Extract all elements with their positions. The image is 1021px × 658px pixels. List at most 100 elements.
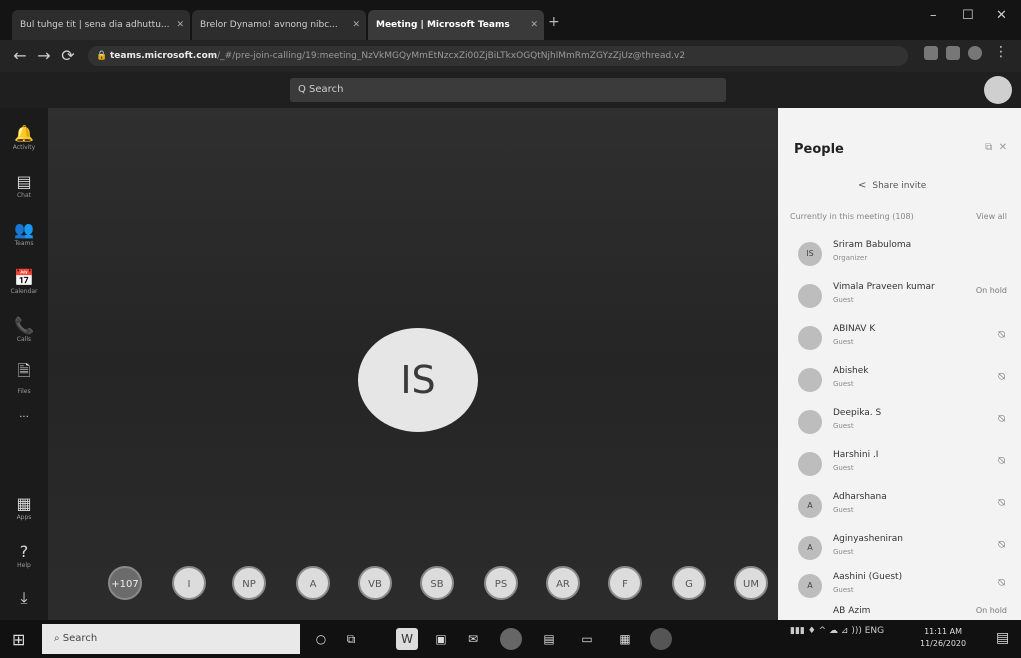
participant-overflow-avatar[interactable]: +107	[108, 566, 142, 600]
rail-item-download[interactable]: ⤓	[0, 588, 48, 608]
popout-icon[interactable]: ⧉	[985, 142, 992, 153]
member-role: Guest	[833, 338, 854, 346]
maximize-button[interactable]: ☐	[962, 8, 974, 23]
rail-item-more[interactable]: ···	[0, 412, 48, 423]
list-item[interactable]: Harshini .I Guest ⍉	[778, 446, 1021, 486]
rail-item-apps[interactable]: ▦ Apps	[0, 494, 48, 521]
folder-icon[interactable]: ▭	[576, 628, 598, 650]
reload-button[interactable]: ⟳	[58, 46, 78, 65]
member-name: Sriram Babuloma	[833, 240, 912, 250]
browser-tab-1[interactable]: Bul tuhge tit | sena dia adhuttu... ✕	[12, 10, 190, 40]
rail-label: Teams	[14, 240, 34, 247]
browser-icon[interactable]	[500, 628, 522, 650]
search-input[interactable]: Q Search	[290, 78, 726, 102]
clock[interactable]: 11:11 AM 11/26/2020	[920, 626, 966, 650]
avatar: A	[798, 536, 822, 560]
list-item[interactable]: Abishek Guest ⍉	[778, 362, 1021, 402]
participant-avatar[interactable]: AR	[546, 566, 580, 600]
tab-label: Bul tuhge tit | sena dia adhuttu...	[20, 20, 170, 30]
participant-avatar[interactable]: F	[608, 566, 642, 600]
phone-icon: 📞	[14, 316, 34, 335]
lock-icon: 🔒	[96, 51, 108, 61]
list-item[interactable]: IS Sriram Babuloma Organizer	[778, 236, 1021, 276]
rail-item-activity[interactable]: 🔔 Activity	[0, 124, 48, 151]
rail-label: Files	[17, 388, 31, 395]
chrome-icon[interactable]	[650, 628, 672, 650]
profile-icon[interactable]	[968, 46, 982, 60]
kebab-menu-icon[interactable]: ⋮	[994, 44, 1008, 60]
participant-avatar[interactable]: VB	[358, 566, 392, 600]
minimize-button[interactable]: –	[930, 8, 937, 23]
mic-muted-icon: ⍉	[998, 454, 1005, 467]
list-item[interactable]: Vimala Praveen kumar Guest On hold	[778, 278, 1021, 318]
rail-item-help[interactable]: ? Help	[0, 542, 48, 569]
panel-title: People	[794, 142, 844, 157]
list-item[interactable]: A Aginyasheniran Guest ⍉	[778, 530, 1021, 570]
list-item[interactable]: A Aashini (Guest) Guest ⍉	[778, 568, 1021, 608]
rail-item-calendar[interactable]: 📅 Calendar	[0, 268, 48, 295]
store-icon[interactable]: ▣	[430, 628, 452, 650]
notification-icon[interactable]: ▤	[996, 630, 1009, 646]
close-window-button[interactable]: ✕	[996, 8, 1007, 23]
avatar	[798, 368, 822, 392]
section-header: Currently in this meeting (108)	[790, 212, 914, 221]
avatar: IS	[798, 242, 822, 266]
browser-tab-teams[interactable]: Meeting | Microsoft Teams ✕	[368, 10, 544, 40]
rail-label: Apps	[16, 514, 32, 521]
chat-icon: ▤	[16, 172, 32, 191]
participant-avatar[interactable]: UM	[734, 566, 768, 600]
participant-avatar[interactable]: NP	[232, 566, 266, 600]
start-button[interactable]: ⊞	[12, 630, 25, 649]
app-icon[interactable]: ▦	[614, 628, 636, 650]
download-icon: ⤓	[20, 588, 28, 607]
participant-avatar[interactable]: G	[672, 566, 706, 600]
avatar	[798, 452, 822, 476]
task-view-icon[interactable]: ⧉	[340, 628, 362, 650]
member-name: Harshini .I	[833, 450, 879, 460]
participant-avatar[interactable]: SB	[420, 566, 454, 600]
word-icon[interactable]: W	[396, 628, 418, 650]
rail-item-teams[interactable]: 👥 Teams	[0, 220, 48, 247]
list-item[interactable]: ABINAV K Guest ⍉	[778, 320, 1021, 360]
extension-icon[interactable]	[946, 46, 960, 60]
close-icon[interactable]: ✕	[530, 10, 538, 40]
status-badge: On hold	[975, 286, 1007, 295]
status-badge: On hold	[975, 606, 1007, 615]
list-item[interactable]: AB Azim On hold	[778, 604, 1021, 620]
avatar: A	[798, 574, 822, 598]
list-item[interactable]: Deepika. S Guest ⍉	[778, 404, 1021, 444]
forward-button[interactable]: →	[34, 46, 54, 65]
browser-tab-2[interactable]: Brelor Dynamo! avnong nibc... ✕	[192, 10, 366, 40]
close-icon[interactable]: ✕	[176, 10, 184, 40]
mail-icon[interactable]: ✉	[462, 628, 484, 650]
avatar	[798, 326, 822, 350]
member-role: Guest	[833, 586, 854, 594]
avatar[interactable]	[984, 76, 1012, 104]
member-name: ABINAV K	[833, 324, 876, 334]
url-field[interactable]: 🔒 teams.microsoft.com/_#/pre-join-callin…	[88, 46, 908, 66]
system-tray[interactable]: ▮▮▮ ♦ ^ ☁ ⊿ ))) ENG	[790, 626, 884, 636]
extension-icon[interactable]	[924, 46, 938, 60]
participant-avatar[interactable]: I	[172, 566, 206, 600]
rail-label: Activity	[12, 144, 36, 151]
close-icon[interactable]: ✕	[352, 10, 360, 40]
view-all-link[interactable]: View all	[976, 212, 1007, 221]
taskbar-search[interactable]: ⌕ Search	[42, 624, 300, 654]
list-item[interactable]: A Adharshana Guest ⍉	[778, 488, 1021, 528]
share-invite-button[interactable]: < Share invite	[858, 180, 926, 191]
cortana-icon[interactable]: ○	[310, 628, 332, 650]
close-icon[interactable]: ✕	[999, 142, 1007, 153]
share-invite-label: Share invite	[872, 181, 927, 191]
taskbar: ⊞ ⌕ Search ○ ⧉ W ▣ ✉ ▤ ▭ ▦ ▮▮▮ ♦ ^ ☁ ⊿ )…	[0, 620, 1021, 658]
new-tab-button[interactable]: +	[548, 14, 560, 30]
active-speaker-avatar: IS	[358, 328, 478, 432]
rail-item-files[interactable]: 🗎 Files	[0, 360, 48, 395]
app-icon[interactable]: ▤	[538, 628, 560, 650]
back-button[interactable]: ←	[10, 46, 30, 65]
rail-item-calls[interactable]: 📞 Calls	[0, 316, 48, 343]
member-role: Guest	[833, 548, 854, 556]
member-role: Organizer	[833, 254, 868, 262]
participant-avatar[interactable]: PS	[484, 566, 518, 600]
participant-avatar[interactable]: A	[296, 566, 330, 600]
rail-item-chat[interactable]: ▤ Chat	[0, 172, 48, 199]
